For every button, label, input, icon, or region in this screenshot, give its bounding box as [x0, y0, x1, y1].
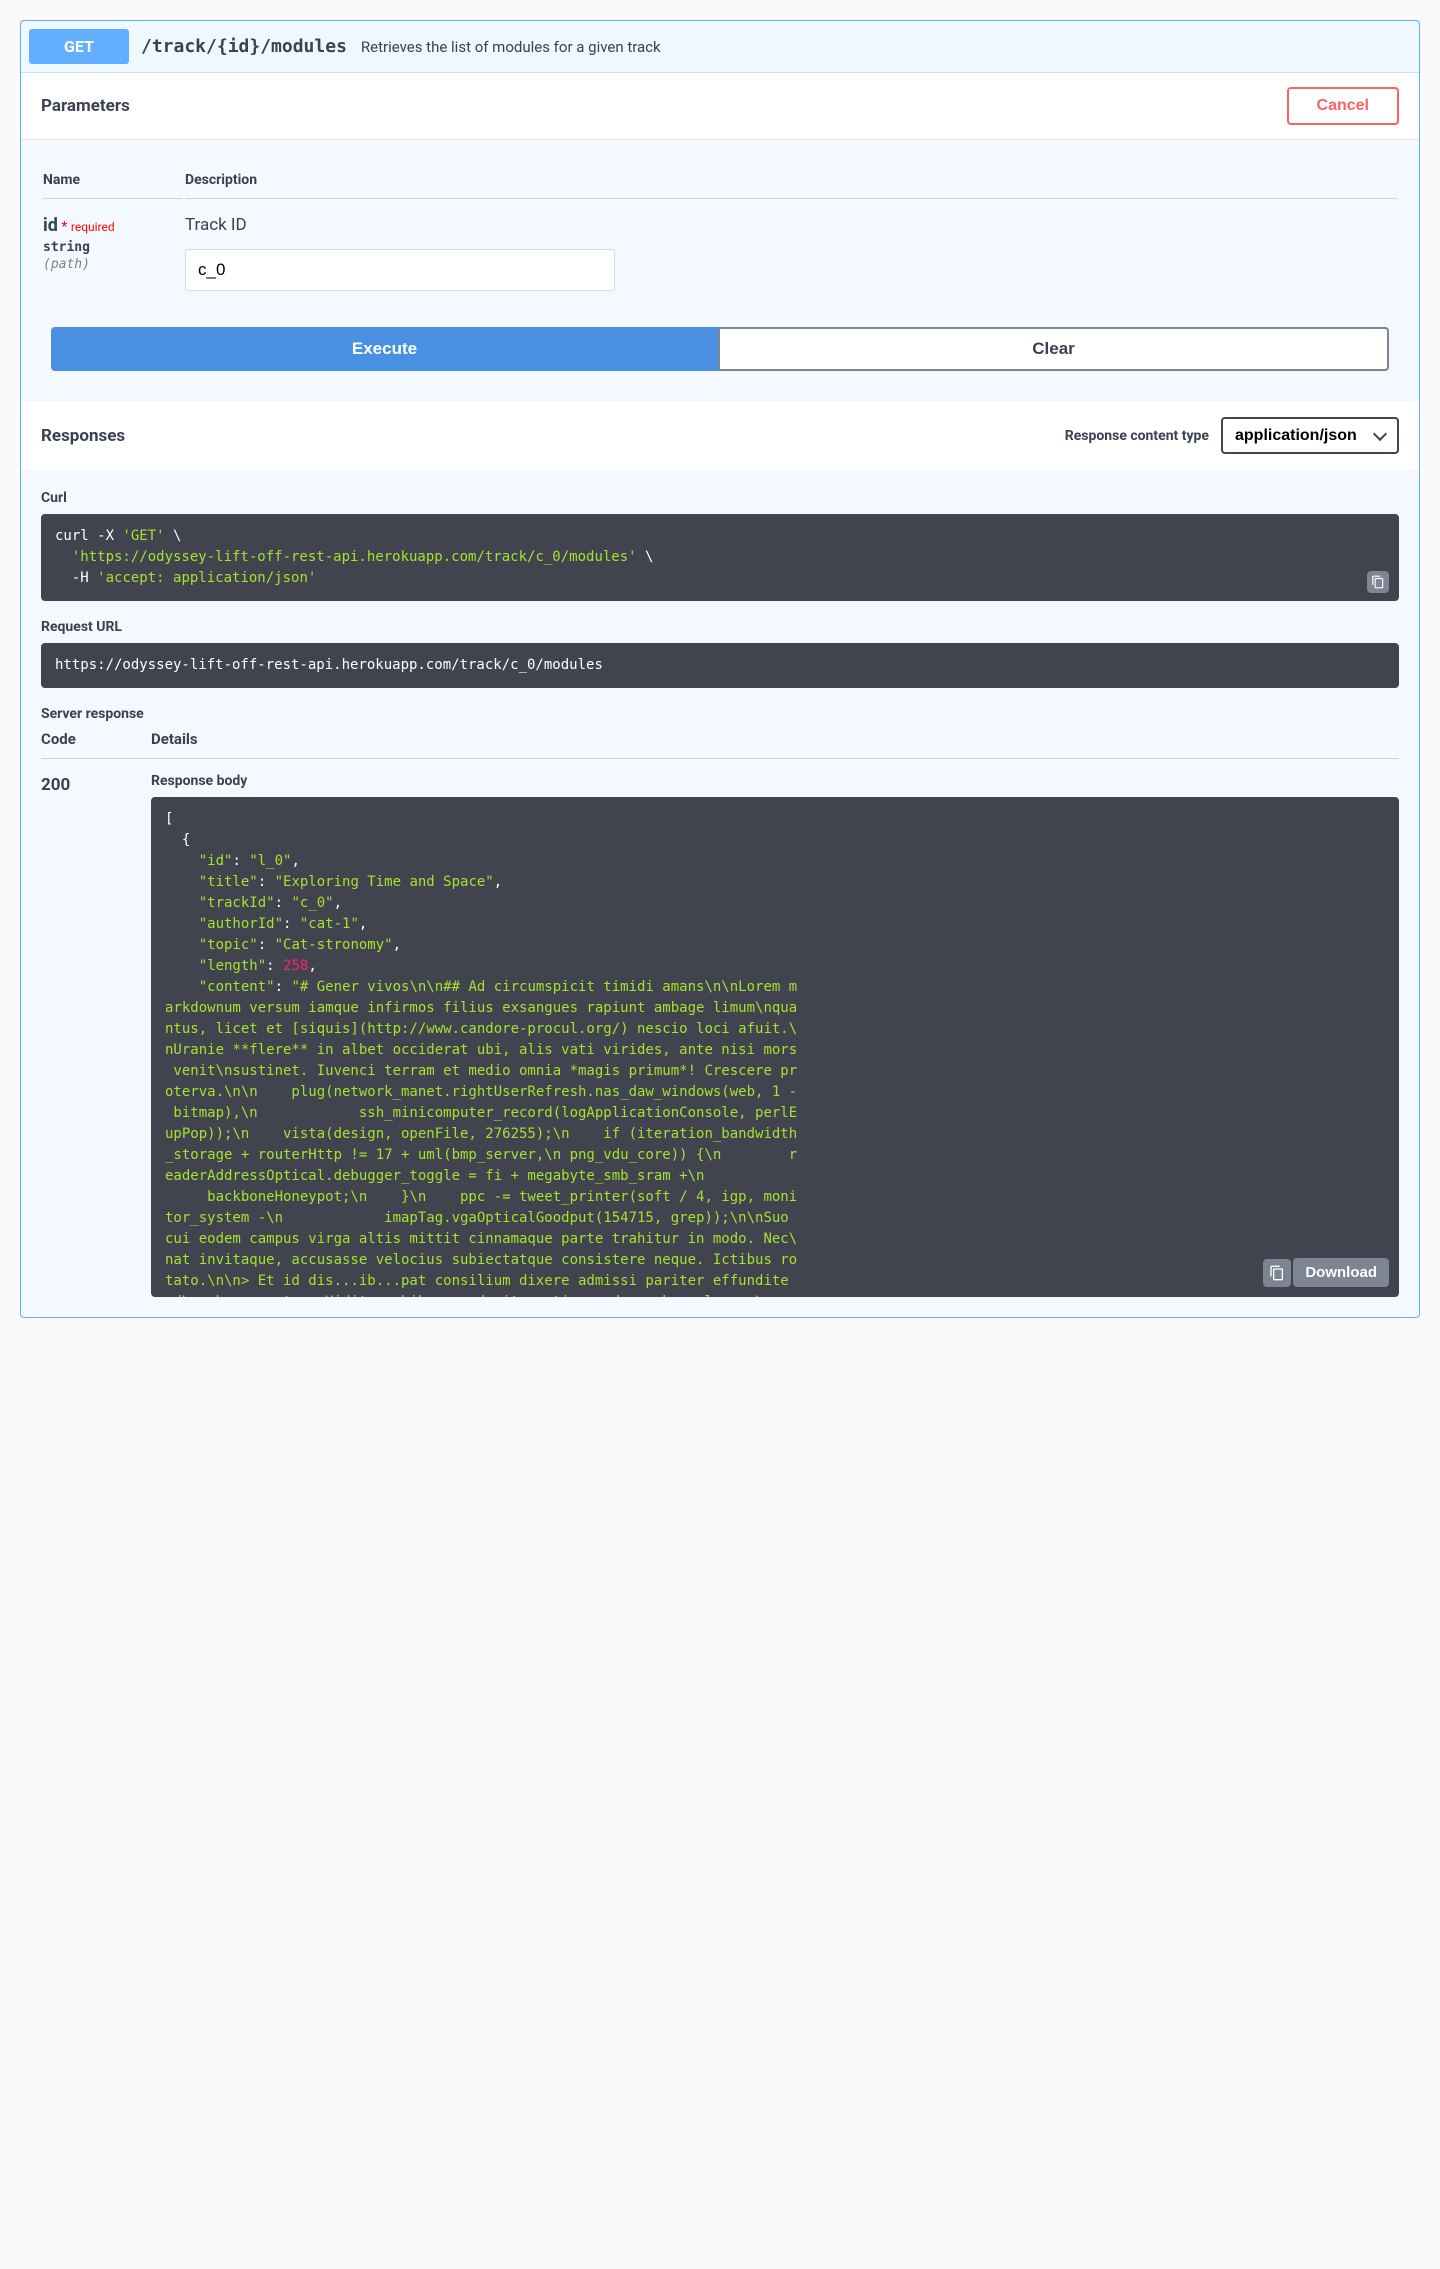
action-buttons: Execute Clear [51, 327, 1389, 371]
parameters-heading: Parameters [41, 96, 130, 116]
operation-block: GET /track/{id}/modules Retrieves the li… [20, 20, 1420, 1318]
parameters-table: Name Description id * required string (p… [41, 160, 1399, 293]
parameters-body: Name Description id * required string (p… [21, 140, 1419, 401]
col-name-header: Name [43, 162, 183, 199]
param-description: Track ID [185, 215, 1397, 235]
execute-button[interactable]: Execute [51, 327, 718, 371]
copy-response-icon[interactable] [1263, 1259, 1291, 1287]
endpoint-description: Retrieves the list of modules for a give… [361, 38, 661, 56]
required-star-icon: * [61, 219, 67, 235]
request-url-label: Request URL [41, 619, 1399, 635]
server-response-label: Server response [41, 706, 1399, 722]
param-location: (path) [43, 257, 183, 272]
responses-heading: Responses [41, 426, 125, 446]
required-label: required [71, 220, 115, 234]
cancel-button[interactable]: Cancel [1287, 87, 1399, 125]
response-body-block: [ { "id": "l_0", "title": "Exploring Tim… [151, 797, 1399, 1297]
param-value-input[interactable] [185, 249, 615, 291]
response-table-header: Code Details [41, 730, 1399, 759]
endpoint-path: /track/{id}/modules [141, 36, 347, 57]
col-code-header: Code [41, 730, 151, 748]
col-description-header: Description [185, 162, 1397, 199]
responses-header: Responses Response content type applicat… [21, 401, 1419, 470]
operation-summary[interactable]: GET /track/{id}/modules Retrieves the li… [21, 21, 1419, 73]
content-type-select[interactable]: application/json [1221, 417, 1399, 454]
http-method-badge: GET [29, 29, 129, 64]
response-row: 200 Response body [ { "id": "l_0", "titl… [41, 773, 1399, 1297]
download-button[interactable]: Download [1293, 1258, 1389, 1287]
parameters-header: Parameters Cancel [21, 73, 1419, 140]
curl-block: curl -X 'GET' \ 'https://odyssey-lift-of… [41, 514, 1399, 601]
param-type: string [43, 240, 183, 255]
request-url-block: https://odyssey-lift-off-rest-api.heroku… [41, 643, 1399, 688]
col-details-header: Details [151, 730, 1399, 748]
clear-button[interactable]: Clear [718, 327, 1389, 371]
response-body-label: Response body [151, 773, 1399, 789]
copy-curl-icon[interactable] [1367, 571, 1389, 593]
curl-label: Curl [41, 490, 1399, 506]
response-details: Response body [ { "id": "l_0", "title": … [151, 773, 1399, 1297]
responses-body: Curl curl -X 'GET' \ 'https://odyssey-li… [21, 470, 1419, 1317]
param-name: id [43, 215, 58, 236]
status-code: 200 [41, 773, 151, 1297]
table-row: id * required string (path) Track ID [43, 201, 1397, 291]
content-type-wrap: Response content type application/json [1065, 417, 1399, 454]
content-type-label: Response content type [1065, 428, 1209, 444]
